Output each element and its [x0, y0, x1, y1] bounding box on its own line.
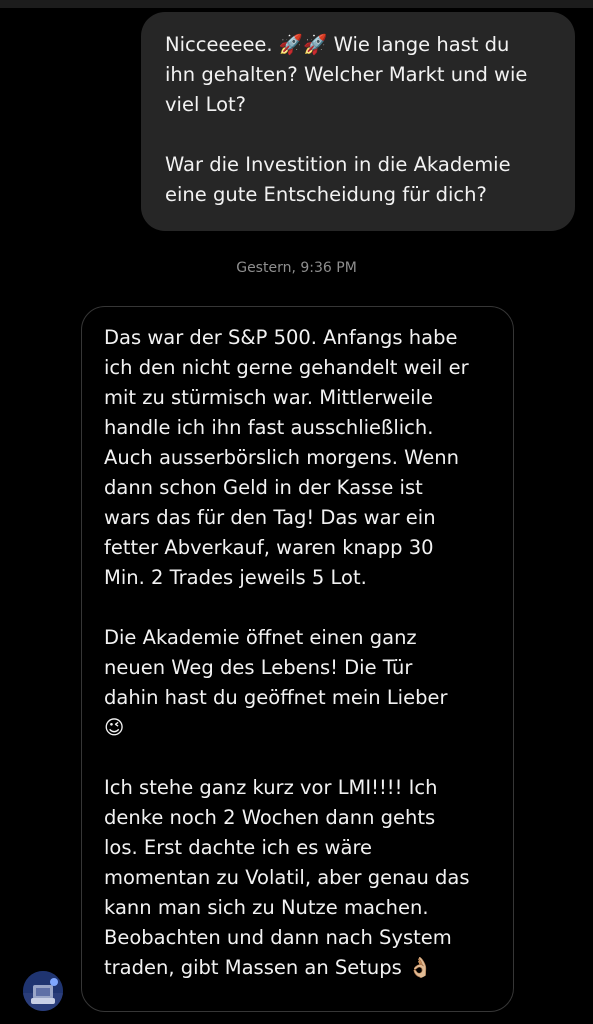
top-edge-strip — [0, 0, 593, 8]
sent-message-paragraph-2: War die Investition in die Akademie eine… — [165, 153, 511, 206]
sent-message-paragraph-1: Nicceeeee. 🚀🚀 Wie lange hast du ihn geha… — [165, 30, 557, 120]
received-paragraph-2-text: Die Akademie öffnet einen ganz neuen Weg… — [104, 626, 448, 709]
message-timestamp: Gestern, 9:36 PM — [236, 260, 357, 276]
ok-hand-emoji: 👌🏼 — [408, 956, 433, 979]
rocket-emoji: 🚀🚀 — [278, 33, 328, 56]
received-message-paragraph-3: Ich stehe ganz kurz vor LMI!!!! Ich denk… — [104, 773, 499, 983]
wink-emoji: 😉 — [104, 716, 125, 739]
user-avatar-icon — [23, 971, 63, 1011]
received-paragraph-3-text: Ich stehe ganz kurz vor LMI!!!! Ich denk… — [104, 776, 470, 979]
received-message-bubble[interactable]: Das war der S&P 500. Anfangs habe ich de… — [81, 306, 514, 1012]
sent-message-line-start: Nicceeeee. — [165, 33, 279, 56]
received-message-paragraph-1: Das war der S&P 500. Anfangs habe ich de… — [104, 326, 469, 589]
sent-message-bubble[interactable]: Nicceeeee. 🚀🚀 Wie lange hast du ihn geha… — [141, 12, 575, 231]
sender-avatar[interactable] — [23, 971, 63, 1011]
received-message-paragraph-2: Die Akademie öffnet einen ganz neuen Weg… — [104, 623, 499, 743]
